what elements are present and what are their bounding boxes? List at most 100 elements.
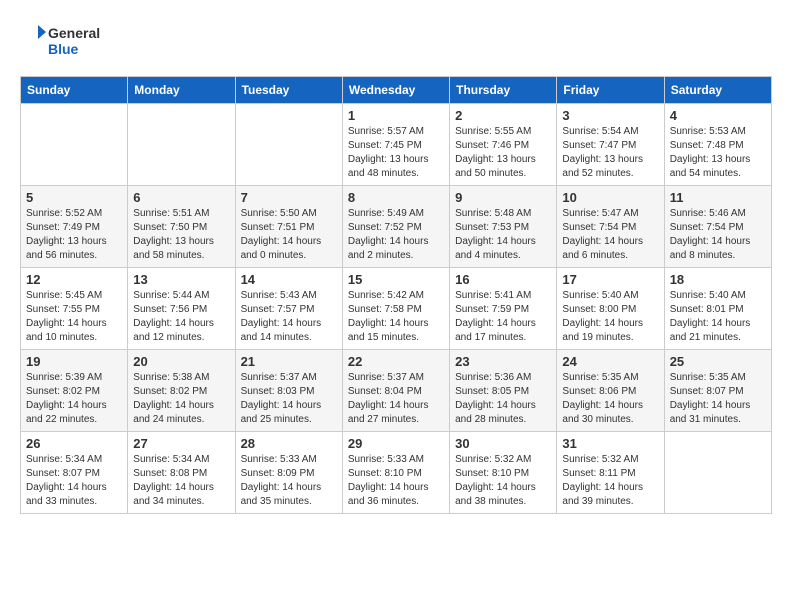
calendar-week-row: 5 Sunrise: 5:52 AMSunset: 7:49 PMDaylight… bbox=[21, 186, 772, 268]
day-number: 15 bbox=[348, 272, 444, 287]
calendar-day-cell: 3Sunrise: 5:54 AMSunset: 7:47 PMDaylight… bbox=[557, 104, 664, 186]
generalblue-logo-icon: GeneralBlue bbox=[20, 20, 120, 60]
day-info: Sunrise: 5:36 AMSunset: 8:05 PMDaylight:… bbox=[455, 371, 551, 427]
calendar-table: SundayMondayTuesdayWednesdayThursdayFrid… bbox=[20, 76, 772, 514]
day-number: 1 bbox=[348, 108, 444, 123]
day-info: Sunrise: 5:39 AMSunset: 8:02 PMDaylight:… bbox=[26, 371, 122, 427]
weekday-header: Saturday bbox=[664, 77, 771, 104]
day-info: Sunrise: 5:54 AMSunset: 7:47 PMDaylight:… bbox=[562, 125, 658, 181]
day-number: 24 bbox=[562, 354, 658, 369]
calendar-day-cell: 6 Sunrise: 5:51 AMSunset: 7:50 PMDaylight… bbox=[128, 186, 235, 268]
weekday-header: Wednesday bbox=[342, 77, 449, 104]
day-info: Sunrise: 5:33 AMSunset: 8:09 PMDaylight:… bbox=[241, 453, 337, 509]
day-number: 29 bbox=[348, 436, 444, 451]
weekday-header: Monday bbox=[128, 77, 235, 104]
page-header: GeneralBlue bbox=[20, 20, 772, 60]
calendar-week-row: 19Sunrise: 5:39 AMSunset: 8:02 PMDayligh… bbox=[21, 350, 772, 432]
calendar-day-cell: 31 Sunrise: 5:32 AMSunset: 8:11 PMDayligh… bbox=[557, 432, 664, 514]
day-info: Sunrise: 5:40 AMSunset: 8:00 PMDaylight:… bbox=[562, 289, 658, 345]
calendar-day-cell: 7Sunrise: 5:50 AMSunset: 7:51 PMDaylight… bbox=[235, 186, 342, 268]
calendar-day-cell: 16 Sunrise: 5:41 AMSunset: 7:59 PMDayligh… bbox=[450, 268, 557, 350]
day-info: Sunrise: 5:38 AMSunset: 8:02 PMDaylight:… bbox=[133, 371, 229, 427]
day-number: 17 bbox=[562, 272, 658, 287]
calendar-day-cell: 9 Sunrise: 5:48 AMSunset: 7:53 PMDaylight… bbox=[450, 186, 557, 268]
day-info: Sunrise: 5:45 AMSunset: 7:55 PMDaylight:… bbox=[26, 289, 122, 345]
day-number: 10 bbox=[562, 190, 658, 205]
calendar-day-cell: 11Sunrise: 5:46 AMSunset: 7:54 PMDayligh… bbox=[664, 186, 771, 268]
day-info: Sunrise: 5:52 AMSunset: 7:49 PMDaylight:… bbox=[26, 207, 122, 263]
day-number: 14 bbox=[241, 272, 337, 287]
day-info: Sunrise: 5:51 AMSunset: 7:50 PMDaylight:… bbox=[133, 207, 229, 263]
day-number: 4 bbox=[670, 108, 766, 123]
calendar-day-cell: 2 Sunrise: 5:55 AMSunset: 7:46 PMDaylight… bbox=[450, 104, 557, 186]
day-info: Sunrise: 5:35 AMSunset: 8:07 PMDaylight:… bbox=[670, 371, 766, 427]
day-number: 18 bbox=[670, 272, 766, 287]
calendar-day-cell: 21Sunrise: 5:37 AMSunset: 8:03 PMDayligh… bbox=[235, 350, 342, 432]
day-info: Sunrise: 5:32 AMSunset: 8:10 PMDaylight:… bbox=[455, 453, 551, 509]
day-number: 22 bbox=[348, 354, 444, 369]
day-number: 16 bbox=[455, 272, 551, 287]
calendar-day-cell: 23 Sunrise: 5:36 AMSunset: 8:05 PMDayligh… bbox=[450, 350, 557, 432]
day-number: 23 bbox=[455, 354, 551, 369]
day-number: 7 bbox=[241, 190, 337, 205]
day-number: 2 bbox=[455, 108, 551, 123]
calendar-header-row: SundayMondayTuesdayWednesdayThursdayFrid… bbox=[21, 77, 772, 104]
day-number: 25 bbox=[670, 354, 766, 369]
day-info: Sunrise: 5:42 AMSunset: 7:58 PMDaylight:… bbox=[348, 289, 444, 345]
calendar-day-cell: 29 Sunrise: 5:33 AMSunset: 8:10 PMDayligh… bbox=[342, 432, 449, 514]
calendar-day-cell: 30Sunrise: 5:32 AMSunset: 8:10 PMDayligh… bbox=[450, 432, 557, 514]
calendar-day-cell bbox=[235, 104, 342, 186]
calendar-week-row: 26 Sunrise: 5:34 AMSunset: 8:07 PMDayligh… bbox=[21, 432, 772, 514]
day-info: Sunrise: 5:34 AMSunset: 8:07 PMDaylight:… bbox=[26, 453, 122, 509]
day-info: Sunrise: 5:34 AMSunset: 8:08 PMDaylight:… bbox=[133, 453, 229, 509]
day-info: Sunrise: 5:33 AMSunset: 8:10 PMDaylight:… bbox=[348, 453, 444, 509]
calendar-day-cell: 17 Sunrise: 5:40 AMSunset: 8:00 PMDayligh… bbox=[557, 268, 664, 350]
day-number: 12 bbox=[26, 272, 122, 287]
day-number: 26 bbox=[26, 436, 122, 451]
calendar-day-cell: 28Sunrise: 5:33 AMSunset: 8:09 PMDayligh… bbox=[235, 432, 342, 514]
day-info: Sunrise: 5:55 AMSunset: 7:46 PMDaylight:… bbox=[455, 125, 551, 181]
calendar-day-cell: 26 Sunrise: 5:34 AMSunset: 8:07 PMDayligh… bbox=[21, 432, 128, 514]
day-info: Sunrise: 5:41 AMSunset: 7:59 PMDaylight:… bbox=[455, 289, 551, 345]
calendar-day-cell: 4 Sunrise: 5:53 AMSunset: 7:48 PMDaylight… bbox=[664, 104, 771, 186]
svg-text:Blue: Blue bbox=[48, 41, 79, 57]
calendar-week-row: 1 Sunrise: 5:57 AMSunset: 7:45 PMDaylight… bbox=[21, 104, 772, 186]
calendar-day-cell bbox=[21, 104, 128, 186]
day-info: Sunrise: 5:53 AMSunset: 7:48 PMDaylight:… bbox=[670, 125, 766, 181]
day-info: Sunrise: 5:40 AMSunset: 8:01 PMDaylight:… bbox=[670, 289, 766, 345]
calendar-day-cell: 22Sunrise: 5:37 AMSunset: 8:04 PMDayligh… bbox=[342, 350, 449, 432]
day-number: 31 bbox=[562, 436, 658, 451]
calendar-day-cell: 24 Sunrise: 5:35 AMSunset: 8:06 PMDayligh… bbox=[557, 350, 664, 432]
calendar-day-cell: 27 Sunrise: 5:34 AMSunset: 8:08 PMDayligh… bbox=[128, 432, 235, 514]
day-info: Sunrise: 5:44 AMSunset: 7:56 PMDaylight:… bbox=[133, 289, 229, 345]
day-number: 8 bbox=[348, 190, 444, 205]
day-number: 6 bbox=[133, 190, 229, 205]
day-info: Sunrise: 5:32 AMSunset: 8:11 PMDaylight:… bbox=[562, 453, 658, 509]
calendar-day-cell: 15 Sunrise: 5:42 AMSunset: 7:58 PMDayligh… bbox=[342, 268, 449, 350]
day-info: Sunrise: 5:35 AMSunset: 8:06 PMDaylight:… bbox=[562, 371, 658, 427]
calendar-day-cell: 8 Sunrise: 5:49 AMSunset: 7:52 PMDaylight… bbox=[342, 186, 449, 268]
day-number: 20 bbox=[133, 354, 229, 369]
day-info: Sunrise: 5:48 AMSunset: 7:53 PMDaylight:… bbox=[455, 207, 551, 263]
calendar-day-cell: 12 Sunrise: 5:45 AMSunset: 7:55 PMDayligh… bbox=[21, 268, 128, 350]
calendar-day-cell: 20 Sunrise: 5:38 AMSunset: 8:02 PMDayligh… bbox=[128, 350, 235, 432]
day-info: Sunrise: 5:49 AMSunset: 7:52 PMDaylight:… bbox=[348, 207, 444, 263]
logo: GeneralBlue bbox=[20, 20, 120, 60]
day-number: 27 bbox=[133, 436, 229, 451]
calendar-day-cell: 5 Sunrise: 5:52 AMSunset: 7:49 PMDaylight… bbox=[21, 186, 128, 268]
calendar-day-cell bbox=[128, 104, 235, 186]
calendar-day-cell: 19Sunrise: 5:39 AMSunset: 8:02 PMDayligh… bbox=[21, 350, 128, 432]
svg-text:General: General bbox=[48, 25, 100, 41]
day-number: 5 bbox=[26, 190, 122, 205]
calendar-day-cell bbox=[664, 432, 771, 514]
calendar-day-cell: 10Sunrise: 5:47 AMSunset: 7:54 PMDayligh… bbox=[557, 186, 664, 268]
weekday-header: Sunday bbox=[21, 77, 128, 104]
day-number: 13 bbox=[133, 272, 229, 287]
weekday-header: Thursday bbox=[450, 77, 557, 104]
day-number: 9 bbox=[455, 190, 551, 205]
day-info: Sunrise: 5:57 AMSunset: 7:45 PMDaylight:… bbox=[348, 125, 444, 181]
calendar-day-cell: 13 Sunrise: 5:44 AMSunset: 7:56 PMDayligh… bbox=[128, 268, 235, 350]
day-number: 21 bbox=[241, 354, 337, 369]
calendar-day-cell: 25 Sunrise: 5:35 AMSunset: 8:07 PMDayligh… bbox=[664, 350, 771, 432]
day-info: Sunrise: 5:43 AMSunset: 7:57 PMDaylight:… bbox=[241, 289, 337, 345]
